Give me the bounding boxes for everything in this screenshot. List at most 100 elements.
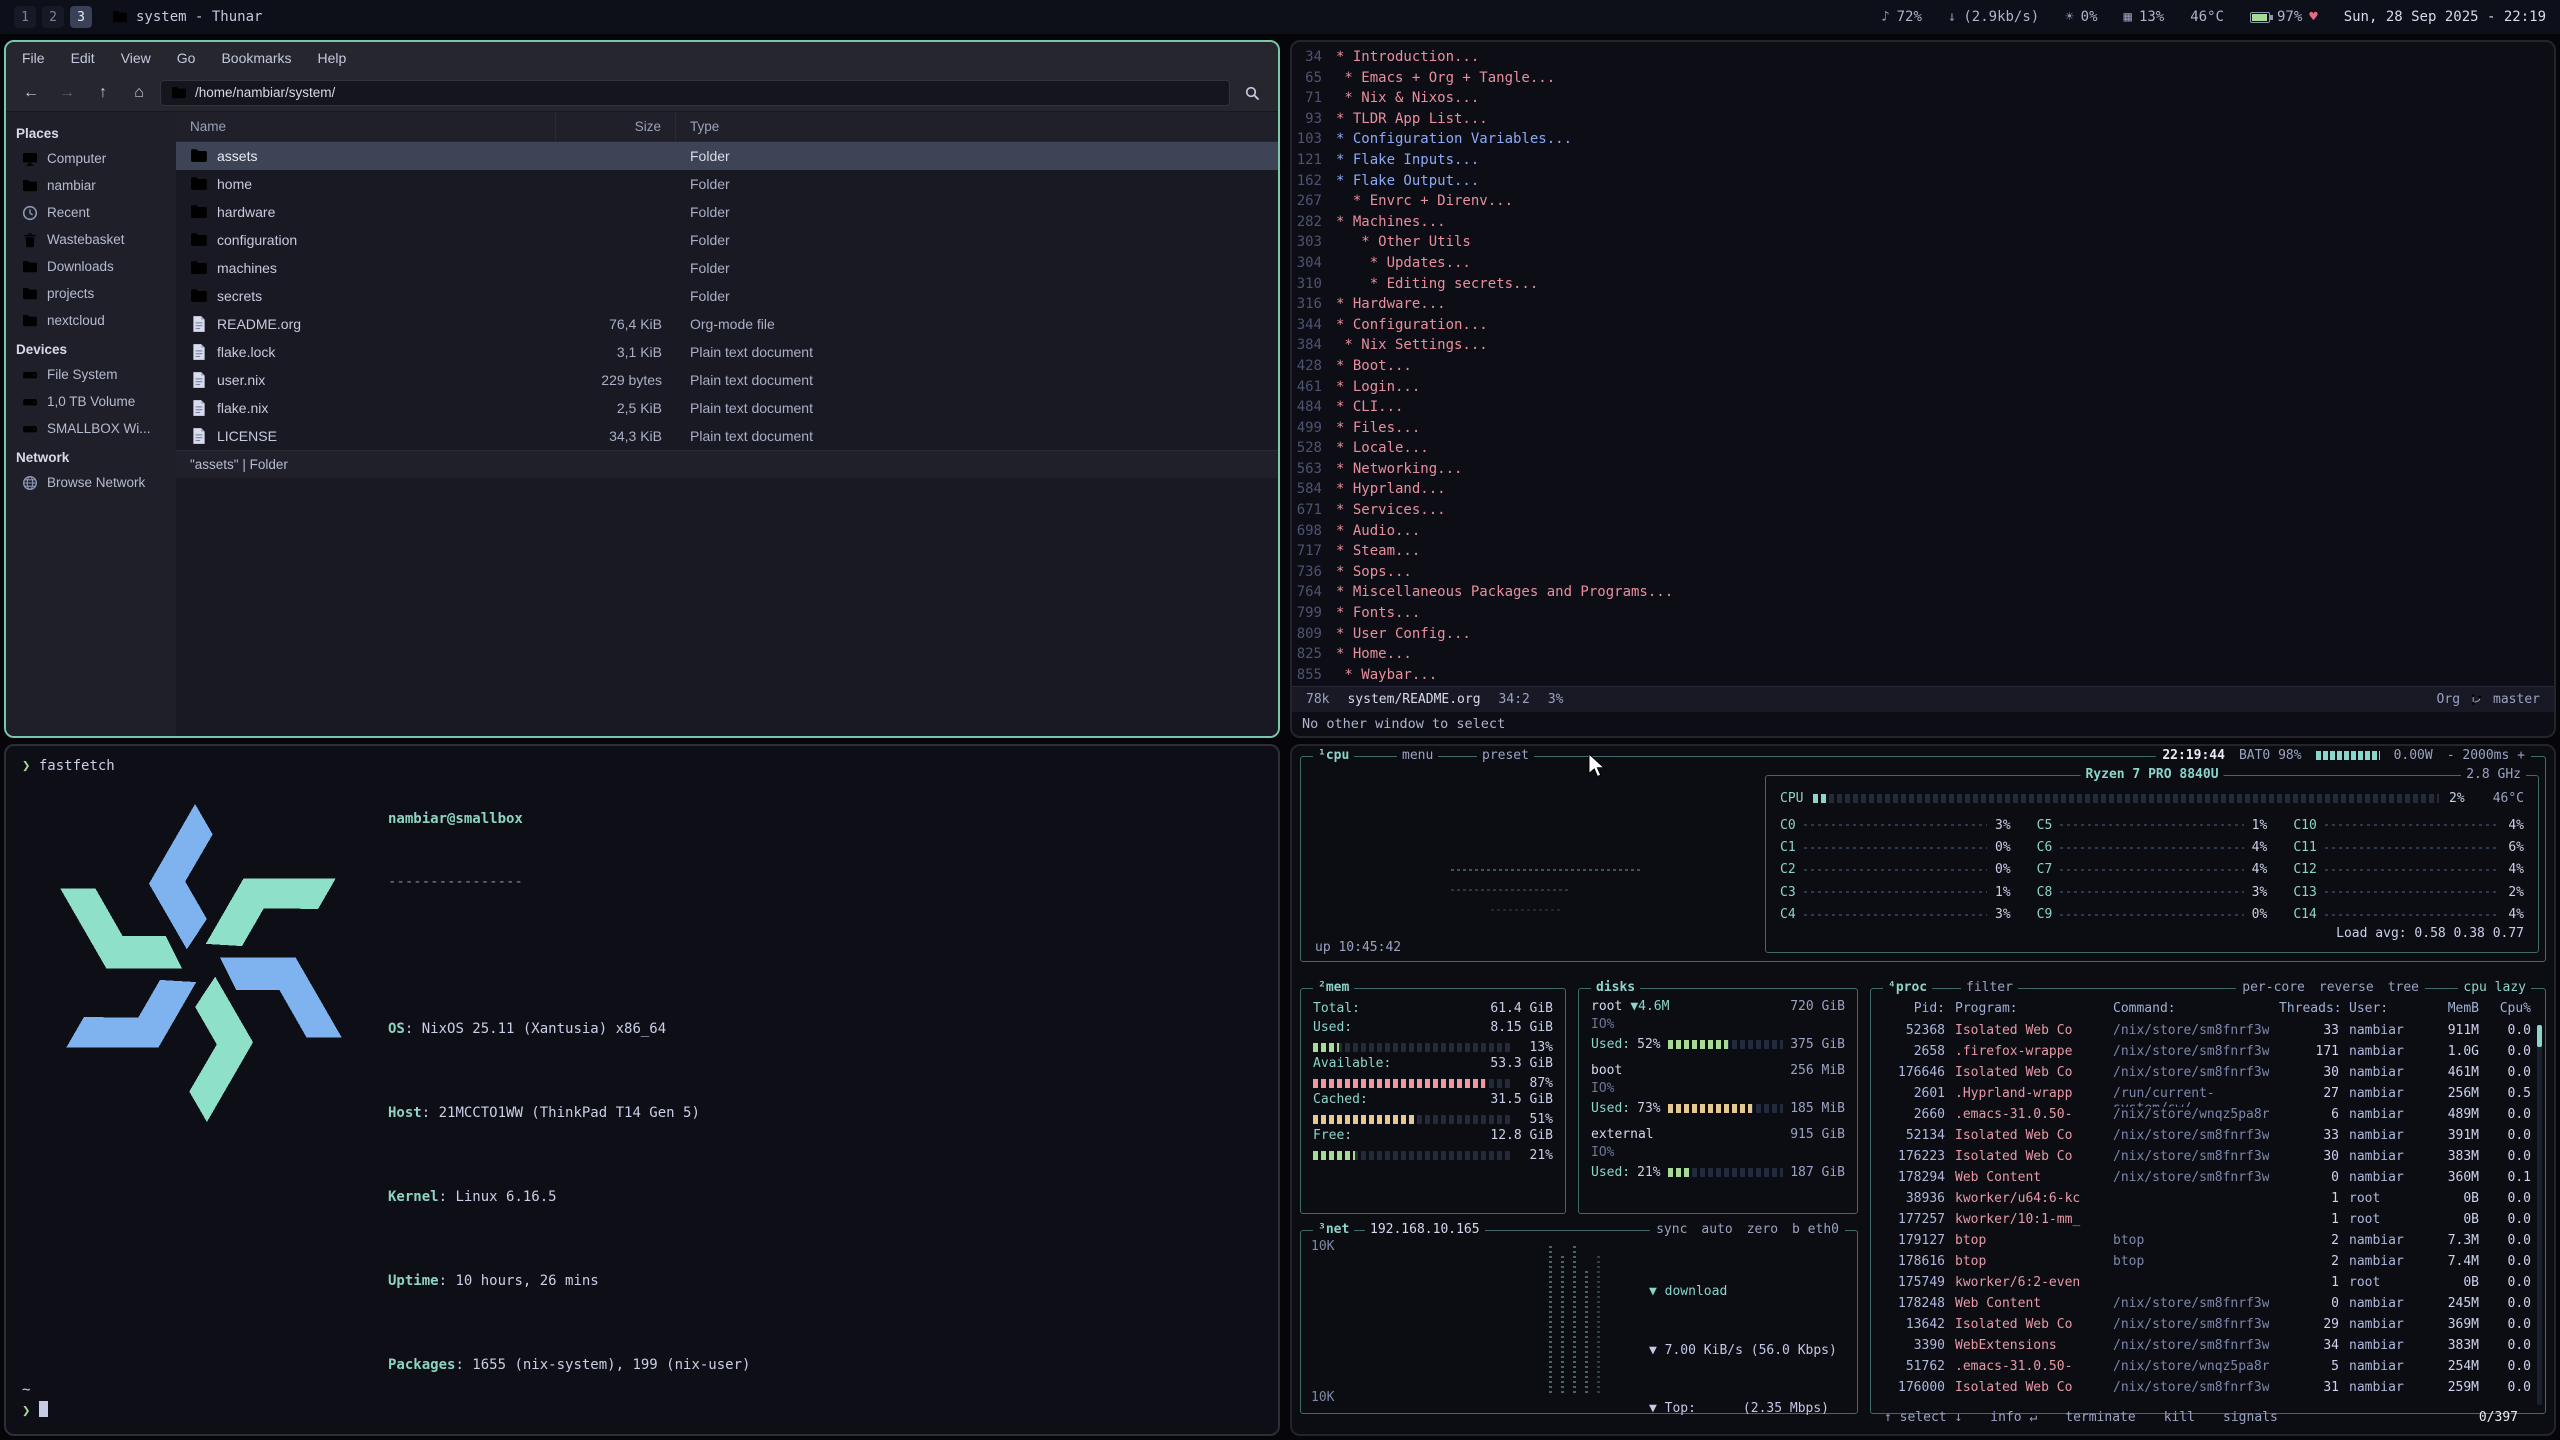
sidebar-place-item[interactable]: nextcloud [6,307,176,334]
process-row[interactable]: 2660 .emacs-31.0.50- /nix/store/wnqz5pa8… [1883,1107,2531,1128]
menu-edit[interactable]: Edit [71,50,95,66]
file-row[interactable]: machines Folder [176,254,1278,282]
file-row[interactable]: LICENSE 34,3 KiB Plain text document [176,422,1278,450]
emacs-buffer[interactable]: 34 * Introduction... 65 * Emacs + Org + … [1292,42,2554,686]
org-heading-line[interactable]: 736 * Sops... [1292,562,2554,583]
sidebar-place-item[interactable]: Computer [6,145,176,172]
org-heading-line[interactable]: 71 * Nix & Nixos... [1292,88,2554,109]
org-heading-line[interactable]: 344 * Configuration... [1292,315,2554,336]
col-memb[interactable]: MemB [2427,1001,2479,1023]
org-heading-line[interactable]: 93 * TLDR App List... [1292,109,2554,130]
sidebar-device-item[interactable]: 1,0 TB Volume [6,388,176,415]
filter-button[interactable]: filter [1961,980,2018,995]
sidebar-place-item[interactable]: Downloads [6,253,176,280]
file-row[interactable]: configuration Folder [176,226,1278,254]
forward-button[interactable]: → [52,80,82,106]
menu-file[interactable]: File [22,50,45,66]
process-row[interactable]: 179127 btop btop 2 nambiar 7.3M 0.0 [1883,1233,2531,1254]
workspace-1[interactable]: 1 [14,6,36,28]
process-row[interactable]: 2658 .firefox-wrappe /nix/store/sm8fnrf3… [1883,1044,2531,1065]
org-heading-line[interactable]: 584 * Hyprland... [1292,479,2554,500]
temperature-widget[interactable]: 46°C [2190,9,2224,25]
process-row[interactable]: 178248 Web Content /nix/store/sm8fnrf3wp… [1883,1296,2531,1317]
col-user[interactable]: User: [2349,1001,2417,1023]
process-row[interactable]: 52368 Isolated Web Co /nix/store/sm8fnrf… [1883,1023,2531,1044]
menu-help[interactable]: Help [318,50,347,66]
org-heading-line[interactable]: 825 * Home... [1292,644,2554,665]
path-bar[interactable]: /home/nambiar/system/ [160,80,1230,106]
terminate-button[interactable]: terminate [2065,1410,2135,1425]
process-row[interactable]: 178616 btop btop 2 nambiar 7.4M 0.0 [1883,1254,2531,1275]
workspace-3[interactable]: 3 [70,6,92,28]
column-name[interactable]: Name [176,112,556,141]
file-row[interactable]: assets Folder [176,142,1278,170]
org-heading-line[interactable]: 717 * Steam... [1292,541,2554,562]
org-heading-line[interactable]: 65 * Emacs + Org + Tangle... [1292,68,2554,89]
emacs-minibuffer[interactable]: No other window to select [1292,712,2554,736]
search-button[interactable] [1236,80,1268,106]
file-row[interactable]: home Folder [176,170,1278,198]
process-row[interactable]: 176000 Isolated Web Co /nix/store/sm8fnr… [1883,1380,2531,1401]
org-heading-line[interactable]: 484 * CLI... [1292,397,2554,418]
sidebar-place-item[interactable]: projects [6,280,176,307]
org-heading-line[interactable]: 855 * Waybar... [1292,665,2554,686]
tree-toggle[interactable]: tree [2388,980,2419,995]
process-row[interactable]: 178294 Web Content /nix/store/sm8fnrf3wp… [1883,1170,2531,1191]
org-heading-line[interactable]: 310 * Editing secrets... [1292,274,2554,295]
process-row[interactable]: 176223 Isolated Web Co /nix/store/sm8fnr… [1883,1149,2531,1170]
org-heading-line[interactable]: 799 * Fonts... [1292,603,2554,624]
org-heading-line[interactable]: 162 * Flake Output... [1292,171,2554,192]
process-row[interactable]: 2601 .Hyprland-wrapp /run/current-system… [1883,1086,2531,1107]
volume-widget[interactable]: ♪ 72% [1881,9,1922,25]
clock-widget[interactable]: Sun, 28 Sep 2025 - 22:19 [2344,9,2546,25]
select-button[interactable]: ↑ select ↓ [1884,1410,1962,1425]
process-row[interactable]: 52134 Isolated Web Co /nix/store/sm8fnrf… [1883,1128,2531,1149]
org-heading-line[interactable]: 303 * Other Utils [1292,232,2554,253]
net-zero-button[interactable]: zero [1747,1222,1778,1237]
org-heading-line[interactable]: 282 * Machines... [1292,212,2554,233]
sort-selector[interactable]: cpu lazy [2458,980,2531,995]
col-program[interactable]: Program: [1955,1001,2103,1023]
file-row[interactable]: secrets Folder [176,282,1278,310]
net-iface-button[interactable]: b eth0 [1792,1222,1839,1237]
column-size[interactable]: Size [556,112,676,141]
home-button[interactable]: ⌂ [124,80,154,106]
sidebar-place-item[interactable]: nambiar [6,172,176,199]
org-heading-line[interactable]: 267 * Envrc + Direnv... [1292,191,2554,212]
update-interval[interactable]: - 2000ms + [2447,748,2525,763]
process-row[interactable]: 177257 kworker/10:1-mm_ 1 root 0B 0.0 [1883,1212,2531,1233]
org-heading-line[interactable]: 384 * Nix Settings... [1292,335,2554,356]
reverse-toggle[interactable]: reverse [2319,980,2374,995]
col-threads[interactable]: Threads: [2279,1001,2339,1023]
process-row[interactable]: 51762 .emacs-31.0.50- /nix/store/wnqz5pa… [1883,1359,2531,1380]
org-heading-line[interactable]: 671 * Services... [1292,500,2554,521]
org-heading-line[interactable]: 34 * Introduction... [1292,47,2554,68]
workspace-2[interactable]: 2 [42,6,64,28]
org-heading-line[interactable]: 121 * Flake Inputs... [1292,150,2554,171]
network-widget[interactable]: ↓ (2.9kb/s) [1948,9,2039,25]
per-core-toggle[interactable]: per-core [2242,980,2305,995]
kill-button[interactable]: kill [2164,1410,2195,1425]
menu-go[interactable]: Go [177,50,196,66]
org-heading-line[interactable]: 809 * User Config... [1292,624,2554,645]
col-pid[interactable]: Pid: [1883,1001,1945,1023]
terminal-content[interactable]: ❯ fastfetch nambiar@smallbox -----------… [6,746,1278,1434]
col-cpu[interactable]: Cpu% [2489,1001,2531,1023]
file-row[interactable]: user.nix 229 bytes Plain text document [176,366,1278,394]
file-row[interactable]: README.org 76,4 KiB Org-mode file [176,310,1278,338]
org-heading-line[interactable]: 563 * Networking... [1292,459,2554,480]
file-row[interactable]: flake.lock 3,1 KiB Plain text document [176,338,1278,366]
process-row[interactable]: 38936 kworker/u64:6-kc 1 root 0B 0.0 [1883,1191,2531,1212]
shell-prompt[interactable]: ~ ❯ [22,1380,48,1422]
sidebar-place-item[interactable]: Recent [6,199,176,226]
org-heading-line[interactable]: 316 * Hardware... [1292,294,2554,315]
process-row[interactable]: 13642 Isolated Web Co /nix/store/sm8fnrf… [1883,1317,2531,1338]
sidebar-device-item[interactable]: SMALLBOX Wi... [6,415,176,442]
file-row[interactable]: flake.nix 2,5 KiB Plain text document [176,394,1278,422]
net-sync-button[interactable]: sync [1656,1222,1687,1237]
sidebar-device-item[interactable]: File System [6,361,176,388]
process-row[interactable]: 176646 Isolated Web Co /nix/store/sm8fnr… [1883,1065,2531,1086]
org-heading-line[interactable]: 461 * Login... [1292,377,2554,398]
col-command[interactable]: Command: [2113,1001,2269,1023]
org-heading-line[interactable]: 103 * Configuration Variables... [1292,129,2554,150]
